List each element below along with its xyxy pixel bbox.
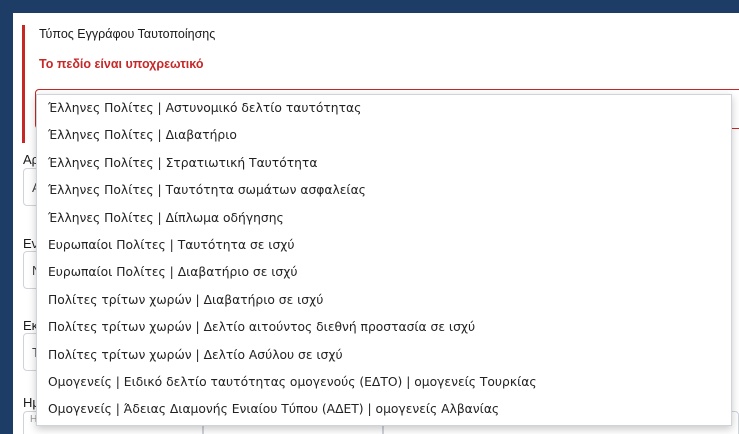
doc-type-label: Τύπος Εγγράφου Ταυτοποίησης <box>39 27 216 41</box>
error-indicator-bar <box>22 25 25 143</box>
doc-type-dropdown-list: Έλληνες Πολίτες | Αστυνομικό δελτίο ταυτ… <box>36 94 732 426</box>
dropdown-option[interactable]: Έλληνες Πολίτες | Διαβατήριο <box>37 122 731 149</box>
dropdown-option[interactable]: Πολίτες τρίτων χωρών | Δελτίο αιτούντος … <box>37 314 731 341</box>
dropdown-option[interactable]: Έλληνες Πολίτες | Δίπλωμα οδήγησης <box>37 205 731 232</box>
dropdown-option[interactable]: Ομογενείς | Ειδικό δελτίο ταυτότητας ομο… <box>37 369 731 396</box>
dropdown-option[interactable]: Έλληνες Πολίτες | Ταυτότητα σωμάτων ασφα… <box>37 177 731 204</box>
dropdown-option[interactable]: Έλληνες Πολίτες | Αστυνομικό δελτίο ταυτ… <box>37 95 731 122</box>
dropdown-option[interactable]: Πολίτες τρίτων χωρών | Διαβατήριο σε ισχ… <box>37 287 731 314</box>
dropdown-option[interactable]: Ευρωπαίοι Πολίτες | Διαβατήριο σε ισχύ <box>37 259 731 286</box>
dropdown-option[interactable]: Ευρωπαίοι Πολίτες | Ταυτότητα σε ισχύ <box>37 232 731 259</box>
required-error-message: Το πεδίο είναι υποχρεωτικό <box>39 57 204 71</box>
dropdown-option[interactable]: Πολίτες τρίτων χωρών | Δελτίο Ασύλου σε … <box>37 342 731 369</box>
dropdown-option[interactable]: Ομογενείς | Άδειας Διαμονής Ενιαίου Τύπο… <box>37 396 731 423</box>
dropdown-option[interactable]: Έλληνες Πολίτες | Στρατιωτική Ταυτότητα <box>37 150 731 177</box>
